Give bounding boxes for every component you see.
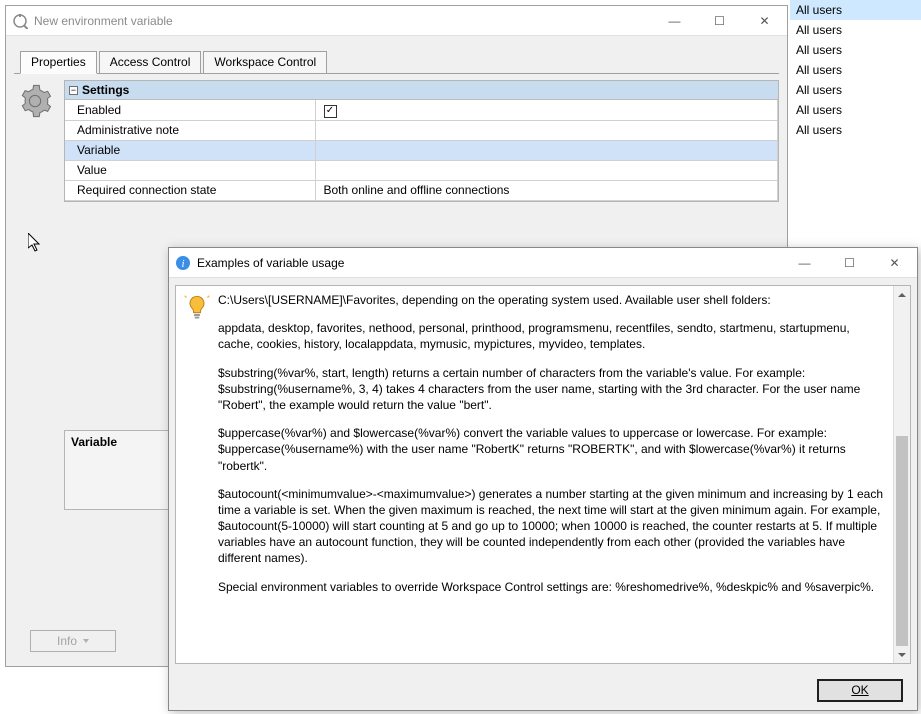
help-minimize-button[interactable]: — — [782, 248, 827, 278]
arrow-up-icon — [898, 293, 906, 297]
grid-row-variable[interactable]: Variable — [65, 140, 778, 160]
help-content-area: C:\Users\[USERNAME]\Favorites, depending… — [175, 285, 911, 664]
grid-val[interactable] — [315, 160, 778, 180]
help-dialog: i Examples of variable usage — ☐ ✕ C:\Us… — [168, 247, 918, 711]
grid-section-title: Settings — [82, 83, 129, 97]
grid-row-admin-note[interactable]: Administrative note — [65, 120, 778, 140]
svg-text:i: i — [181, 258, 184, 270]
grid-key: Variable — [65, 140, 315, 160]
side-list-item[interactable]: All users — [790, 100, 921, 120]
tab-divider — [14, 73, 779, 74]
grid-key: Administrative note — [65, 120, 315, 140]
side-list-item[interactable]: All users — [790, 20, 921, 40]
arrow-down-icon — [898, 653, 906, 657]
grid-val[interactable]: Both online and offline connections — [315, 180, 778, 200]
grid-val[interactable] — [315, 120, 778, 140]
info-icon: i — [175, 255, 191, 271]
grid-key: Required connection state — [65, 180, 315, 200]
ok-button[interactable]: OK — [817, 679, 903, 702]
info-button: Info — [30, 630, 116, 652]
side-list-item[interactable]: All users — [790, 0, 921, 20]
side-list-item[interactable]: All users — [790, 60, 921, 80]
chevron-down-icon — [83, 639, 89, 643]
lightbulb-icon — [176, 286, 218, 663]
side-list-item[interactable]: All users — [790, 120, 921, 140]
close-button[interactable]: ✕ — [742, 6, 787, 36]
grid-val[interactable] — [315, 140, 778, 160]
help-paragraph: $substring(%var%, start, length) returns… — [218, 365, 887, 414]
maximize-button[interactable]: ☐ — [697, 6, 742, 36]
enabled-checkbox[interactable]: ✓ — [324, 105, 337, 118]
grid-row-value[interactable]: Value — [65, 160, 778, 180]
properties-grid[interactable]: − Settings Enabled ✓ Administrative note… — [64, 80, 779, 202]
grid-section-header[interactable]: − Settings — [65, 81, 778, 100]
help-title: Examples of variable usage — [197, 256, 782, 270]
envvar-icon — [12, 13, 28, 29]
help-paragraph: C:\Users\[USERNAME]\Favorites, depending… — [218, 292, 887, 308]
grid-key: Enabled — [65, 100, 315, 120]
tab-access-control[interactable]: Access Control — [99, 51, 202, 73]
grid-val[interactable]: ✓ — [315, 100, 778, 120]
info-button-label: Info — [57, 634, 77, 648]
help-text: C:\Users\[USERNAME]\Favorites, depending… — [218, 286, 893, 663]
main-title: New environment variable — [34, 14, 652, 28]
tab-workspace-control[interactable]: Workspace Control — [203, 51, 327, 73]
tab-strip: Properties Access Control Workspace Cont… — [20, 51, 779, 73]
scroll-up-button[interactable] — [894, 286, 910, 303]
grid-key: Value — [65, 160, 315, 180]
side-list-item[interactable]: All users — [790, 40, 921, 60]
scroll-down-button[interactable] — [894, 646, 910, 663]
grid-row-connection-state[interactable]: Required connection state Both online an… — [65, 180, 778, 200]
side-list-item[interactable]: All users — [790, 80, 921, 100]
help-close-button[interactable]: ✕ — [872, 248, 917, 278]
minimize-button[interactable]: — — [652, 6, 697, 36]
help-paragraph: Special environment variables to overrid… — [218, 579, 887, 595]
help-paragraph: appdata, desktop, favorites, nethood, pe… — [218, 320, 887, 352]
scrollbar[interactable] — [893, 286, 910, 663]
grid-row-enabled[interactable]: Enabled ✓ — [65, 100, 778, 120]
help-paragraph: $autocount(<minimumvalue>-<maximumvalue>… — [218, 486, 887, 567]
tab-properties[interactable]: Properties — [20, 51, 97, 74]
main-titlebar[interactable]: New environment variable — ☐ ✕ — [6, 6, 787, 36]
help-titlebar[interactable]: i Examples of variable usage — ☐ ✕ — [169, 248, 917, 278]
help-footer: OK — [169, 670, 917, 710]
collapse-icon[interactable]: − — [69, 86, 78, 95]
scroll-thumb[interactable] — [896, 436, 908, 646]
gear-icon — [14, 80, 56, 202]
help-maximize-button[interactable]: ☐ — [827, 248, 872, 278]
help-paragraph: $uppercase(%var%) and $lowercase(%var%) … — [218, 425, 887, 474]
